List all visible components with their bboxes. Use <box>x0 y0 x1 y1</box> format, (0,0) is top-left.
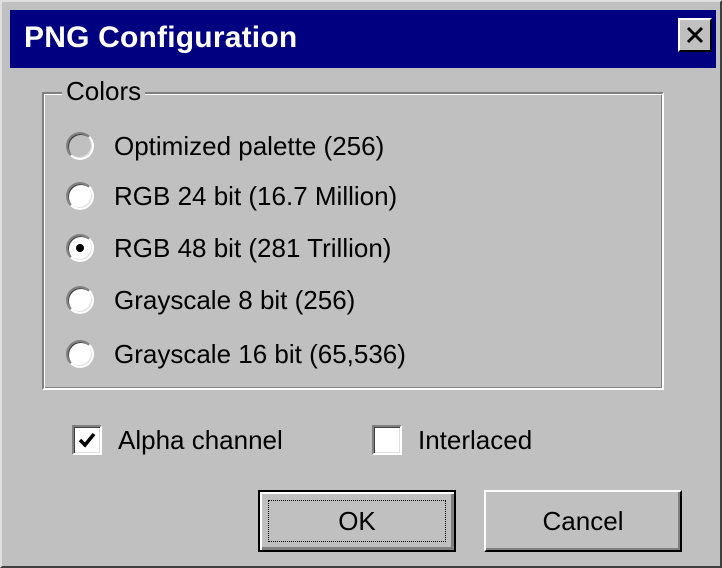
radio-label: Grayscale 16 bit (65,536) <box>114 339 406 369</box>
interlaced-checkbox[interactable]: Interlaced <box>372 422 532 458</box>
radio-button-icon <box>66 286 94 314</box>
ok-button[interactable]: OK <box>258 490 456 552</box>
radio-label: Grayscale 8 bit (256) <box>114 285 356 315</box>
png-configuration-dialog: PNG Configuration Colors Optimized palet… <box>0 0 722 568</box>
radio-button-icon <box>66 234 94 262</box>
radio-rgb-24-bit[interactable]: RGB 24 bit (16.7 Million) <box>66 178 397 214</box>
cancel-button[interactable]: Cancel <box>484 490 682 552</box>
checkbox-label: Alpha channel <box>118 425 283 455</box>
radio-label: Optimized palette (256) <box>114 131 385 161</box>
title-bar[interactable]: PNG Configuration <box>10 10 716 68</box>
colors-group-label: Colors <box>62 76 146 106</box>
checkbox-box <box>372 425 402 455</box>
close-button[interactable] <box>678 18 712 52</box>
window-title: PNG Configuration <box>24 21 298 54</box>
radio-button-icon <box>66 340 94 368</box>
radio-grayscale-8-bit[interactable]: Grayscale 8 bit (256) <box>66 282 355 318</box>
alpha-channel-checkbox[interactable]: Alpha channel <box>72 422 283 458</box>
ok-button-label: OK <box>338 505 376 536</box>
radio-optimized-palette[interactable]: Optimized palette (256) <box>66 128 384 164</box>
radio-button-icon <box>66 182 94 210</box>
cancel-button-label: Cancel <box>542 505 624 536</box>
radio-rgb-48-bit[interactable]: RGB 48 bit (281 Trillion) <box>66 230 391 266</box>
radio-selected-dot <box>76 244 84 252</box>
checkmark-icon <box>78 432 96 448</box>
checkbox-box <box>72 425 102 455</box>
radio-grayscale-16-bit[interactable]: Grayscale 16 bit (65,536) <box>66 336 406 372</box>
radio-label: RGB 24 bit (16.7 Million) <box>114 181 398 211</box>
checkbox-label: Interlaced <box>418 425 533 455</box>
close-icon <box>686 26 704 44</box>
radio-button-icon <box>66 132 94 160</box>
radio-label: RGB 48 bit (281 Trillion) <box>114 233 392 263</box>
